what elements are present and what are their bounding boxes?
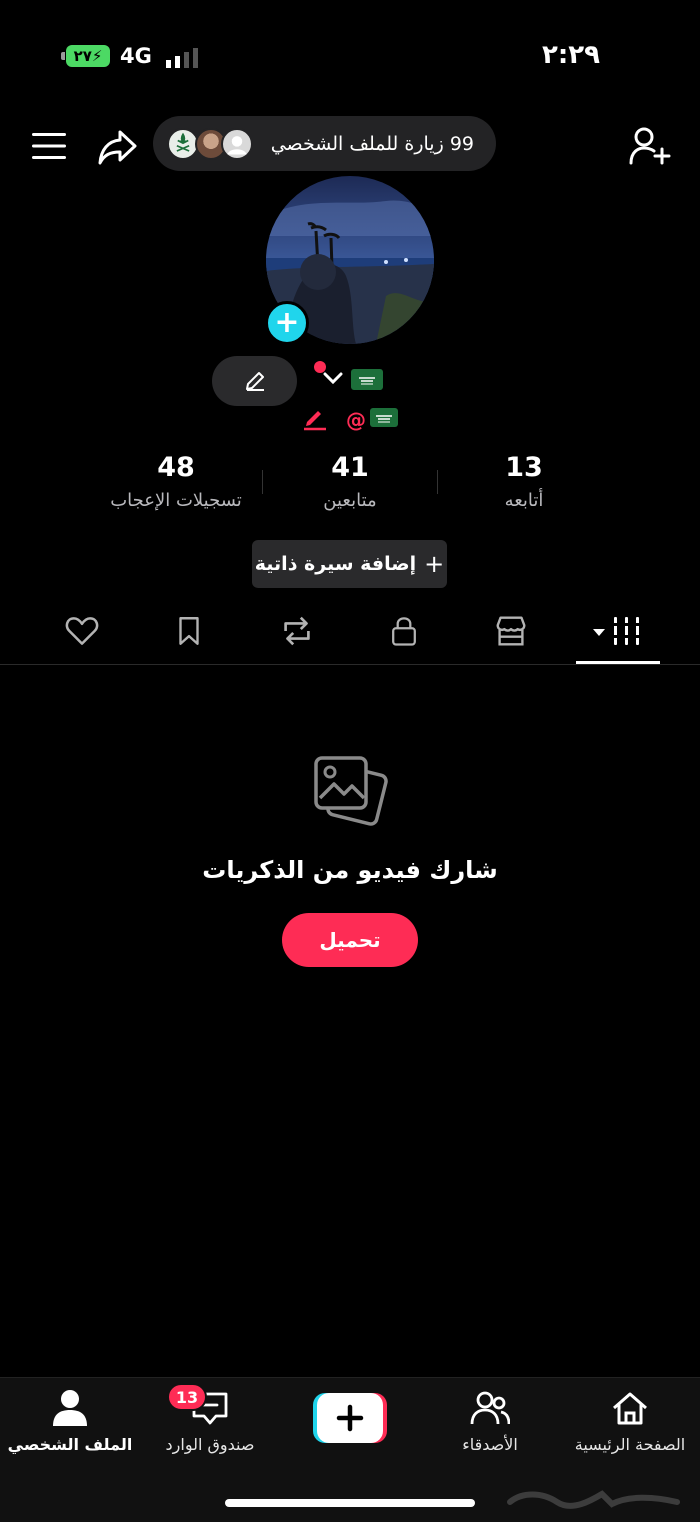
tab-liked[interactable]	[54, 607, 110, 655]
saudi-flag-icon	[370, 408, 398, 427]
nav-home-label: الصفحة الرئيسية	[574, 1435, 686, 1454]
watermark-logo	[507, 1490, 680, 1509]
following-stat[interactable]: 13 أتابعه	[434, 452, 614, 511]
menu-icon[interactable]	[32, 132, 66, 160]
friends-icon	[470, 1391, 510, 1425]
inbox-badge: 13	[167, 1383, 207, 1411]
videos-grid-icon	[593, 617, 640, 645]
share-icon[interactable]	[98, 128, 138, 166]
profile-visits-pill[interactable]: 99 زيارة للملف الشخصي	[153, 116, 496, 171]
saudi-emblem-icon	[176, 132, 190, 152]
battery-tip	[61, 52, 65, 60]
followers-stat[interactable]: 41 متابعين	[260, 452, 440, 511]
following-count: 13	[505, 452, 543, 483]
upload-button[interactable]: تحميل	[282, 913, 418, 967]
saudi-flag-icon	[351, 369, 383, 390]
add-bio-button[interactable]: + إضافة سيرة ذاتية	[252, 540, 447, 588]
pencil-icon	[245, 372, 264, 391]
empty-state-title: شارك فيديو من الذكريات	[202, 856, 498, 884]
nav-profile[interactable]: الملف الشخصي	[0, 1388, 140, 1458]
lock-icon	[392, 617, 416, 646]
add-avatar-button[interactable]: +	[265, 301, 309, 345]
network-type: 4G	[120, 44, 152, 68]
tab-videos[interactable]	[590, 607, 646, 655]
likes-label: تسجيلات الإعجاب	[110, 490, 242, 511]
create-button[interactable]	[313, 1393, 387, 1443]
battery-level: ٢٧	[73, 47, 92, 65]
profile-visits-text: 99 زيارة للملف الشخصي	[270, 133, 474, 155]
nav-friends-label: الأصدقاء	[462, 1435, 518, 1454]
clock: ٢:٢٩	[541, 40, 600, 70]
tab-divider	[0, 664, 700, 665]
default-avatar-icon	[227, 136, 247, 155]
edit-profile-button[interactable]	[212, 356, 297, 406]
nav-inbox-label: صندوق الوارد	[165, 1435, 255, 1454]
likes-stat[interactable]: 48 تسجيلات الإعجاب	[86, 452, 266, 511]
tab-private[interactable]	[376, 607, 432, 655]
following-label: أتابعه	[504, 490, 544, 511]
plus-icon: +	[424, 550, 445, 578]
heart-icon	[65, 617, 99, 645]
profile-icon	[53, 1390, 87, 1426]
followers-label: متابعين	[323, 490, 377, 511]
add-user-icon[interactable]	[628, 125, 672, 167]
bottom-nav: الصفحة الرئيسية الأصدقاء صندوق الوارد 13…	[0, 1377, 700, 1522]
chevron-down-icon[interactable]	[322, 370, 344, 386]
signal-icon	[166, 48, 198, 68]
photo-stack-icon	[314, 756, 388, 826]
tab-reposts[interactable]	[269, 607, 325, 655]
status-bar: ٢٧ ⚡ 4G ٢:٢٩	[0, 0, 700, 110]
shop-icon	[496, 616, 526, 646]
add-bio-label: إضافة سيرة ذاتية	[254, 553, 417, 575]
pencil-icon[interactable]	[302, 407, 328, 431]
tab-shop[interactable]	[483, 607, 539, 655]
bookmark-icon	[179, 617, 199, 645]
nav-profile-label: الملف الشخصي	[7, 1435, 133, 1454]
nav-inbox[interactable]: صندوق الوارد	[140, 1388, 280, 1458]
home-indicator	[225, 1499, 475, 1507]
tab-favorites[interactable]	[161, 607, 217, 655]
followers-count: 41	[331, 452, 369, 483]
likes-count: 48	[157, 452, 195, 483]
repost-icon	[284, 616, 310, 646]
home-icon	[613, 1392, 647, 1425]
nav-friends[interactable]: الأصدقاء	[420, 1388, 560, 1458]
battery-icon: ٢٧ ⚡	[66, 45, 110, 67]
username-at: @	[346, 408, 366, 432]
visitor-avatar	[221, 128, 253, 160]
nav-home[interactable]: الصفحة الرئيسية	[560, 1388, 700, 1458]
